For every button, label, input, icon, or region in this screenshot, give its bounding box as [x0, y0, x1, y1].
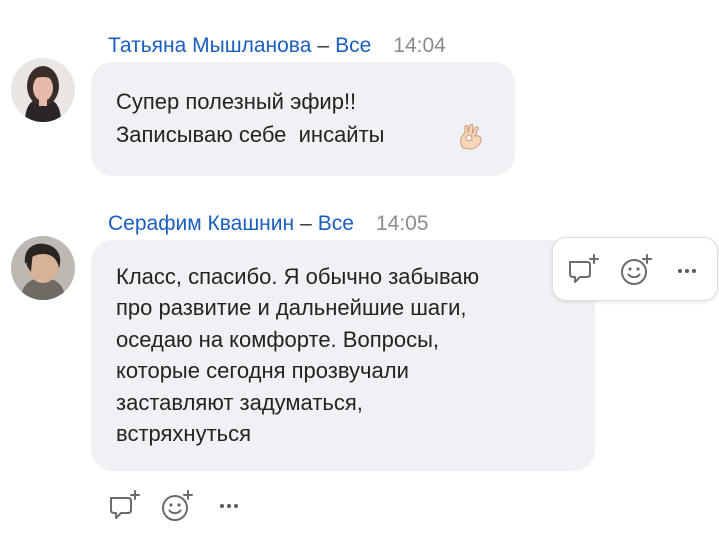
add-reaction-button[interactable]	[618, 252, 654, 288]
message-time: 14:05	[375, 212, 429, 235]
reply-button[interactable]	[106, 488, 142, 524]
message-line: Записываю себе инсайты	[116, 122, 385, 147]
message-header-1: Татьяна Мышланова – Все 14:04	[108, 33, 446, 59]
sender-name[interactable]: Серафим Квашнин	[108, 212, 294, 235]
message-line: про развитие и дальнейшие шаги,	[116, 295, 467, 320]
message-line: встряхнуться	[116, 421, 252, 446]
more-dots-icon	[678, 269, 696, 273]
chat-panel: Татьяна Мышланова – Все 14:04 Супер полезны…	[0, 0, 719, 538]
reply-button[interactable]	[565, 252, 601, 288]
male-avatar-image	[11, 236, 75, 300]
message-bubble-2[interactable]: Класс, спасибо. Я обычно забываю про раз…	[91, 240, 595, 471]
more-options-button[interactable]	[211, 488, 247, 524]
message-line: заставляют задуматься,	[116, 390, 363, 415]
add-reaction-button[interactable]	[159, 488, 195, 524]
add-reaction-smiley-icon	[621, 254, 652, 285]
avatar-sender-2[interactable]	[11, 236, 75, 300]
more-dots-icon	[220, 504, 238, 508]
avatar-sender-1[interactable]	[11, 58, 75, 122]
separator: –	[300, 212, 312, 235]
message-time: 14:04	[393, 34, 446, 57]
message-hover-toolbar	[552, 237, 718, 301]
sender-name[interactable]: Татьяна Мышланова	[108, 34, 311, 57]
add-reaction-smiley-icon	[162, 490, 193, 521]
message-bubble-1[interactable]: Супер полезный эфир!! Записываю себе инс…	[91, 62, 515, 176]
recipient-everyone[interactable]: Все	[318, 212, 354, 235]
message-line: Класс, спасибо. Я обычно забываю	[116, 264, 480, 289]
female-avatar-image	[11, 58, 75, 122]
reply-comment-plus-icon	[110, 490, 140, 519]
message-line: которые сегодня прозвучали	[116, 358, 409, 383]
recipient-everyone[interactable]: Все	[335, 34, 371, 57]
message-header-2: Серафим Квашнин – Все 14:05	[108, 211, 429, 237]
message-line: оседаю на комфорте. Вопросы,	[116, 327, 439, 352]
ok-hand-emoji-icon	[458, 122, 484, 155]
message-line: Супер полезный эфир!!	[116, 89, 357, 114]
more-options-button[interactable]	[669, 252, 705, 288]
separator: –	[317, 34, 330, 57]
reply-comment-plus-icon	[569, 254, 599, 283]
